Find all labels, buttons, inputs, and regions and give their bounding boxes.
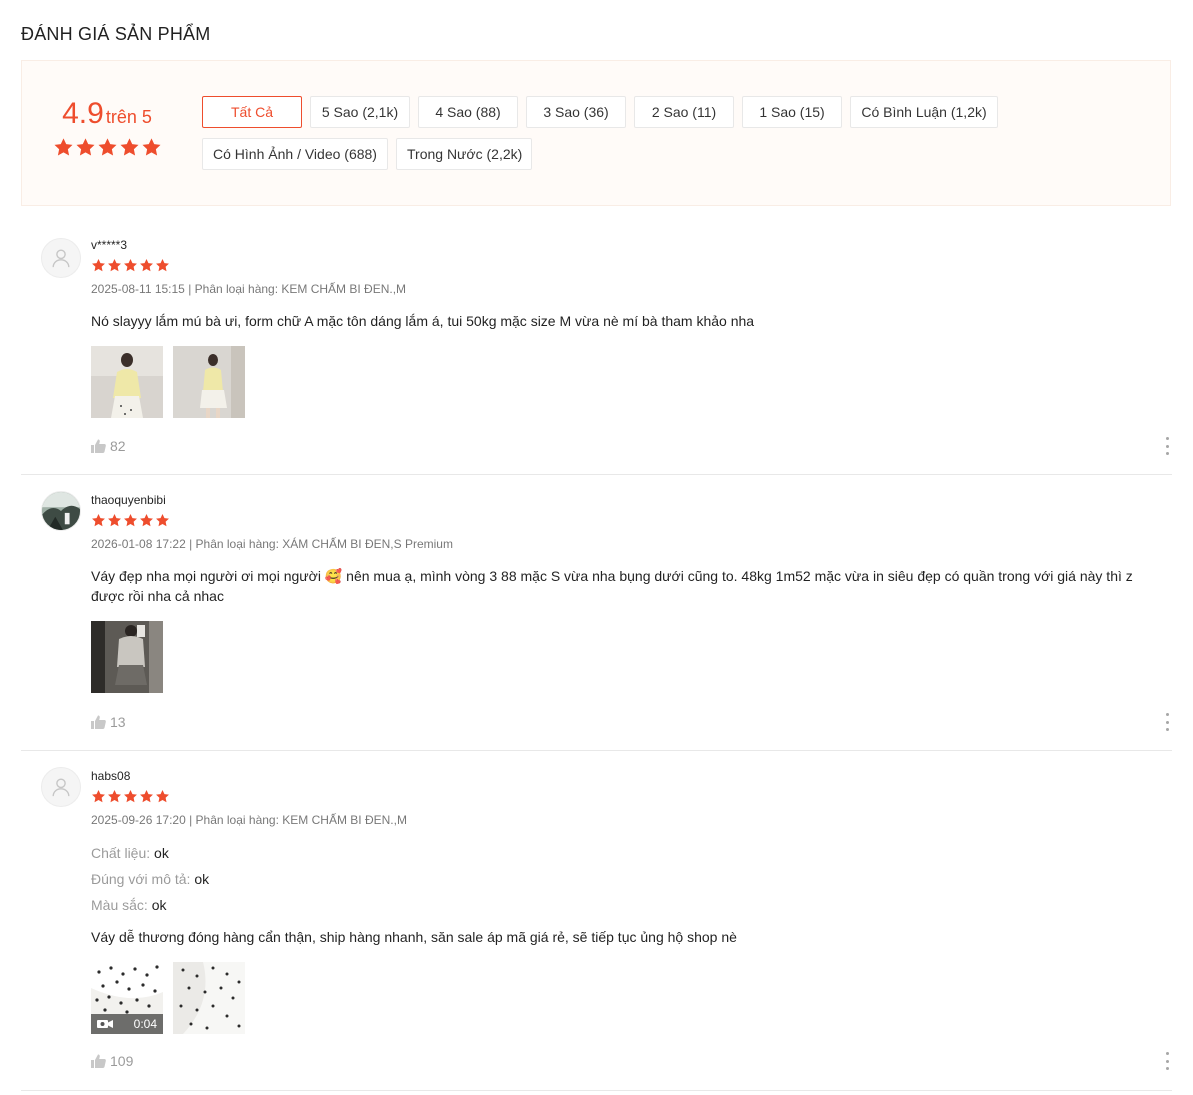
filter-5-star[interactable]: 5 Sao (2,1k)	[310, 96, 410, 128]
review-photo[interactable]	[173, 346, 245, 418]
review-photo[interactable]	[173, 962, 245, 1034]
star-icon	[75, 138, 95, 156]
username[interactable]: thaoquyenbibi	[91, 493, 166, 507]
section-title: ĐÁNH GIÁ SẢN PHẨM	[21, 24, 211, 44]
review-photo[interactable]	[91, 346, 163, 418]
filter-4-star[interactable]: 4 Sao (88)	[418, 96, 518, 128]
review-item: v*****3 2025-08-11 15:15 | Phân loại hàn…	[21, 222, 1172, 475]
like-count: 109	[110, 1053, 134, 1069]
star-icon	[108, 258, 121, 272]
star-icon	[140, 258, 153, 272]
thumbs-up-icon	[91, 439, 106, 453]
star-icon	[156, 513, 169, 527]
video-duration: 0:04	[133, 1017, 157, 1031]
username[interactable]: v*****3	[91, 238, 127, 252]
star-icon	[124, 258, 137, 272]
like-button[interactable]: 13	[91, 714, 126, 730]
star-icon	[156, 258, 169, 272]
thumbs-up-icon	[91, 1054, 106, 1068]
review-meta: 2025-08-11 15:15 | Phân loại hàng: KEM C…	[91, 282, 407, 296]
like-count: 13	[110, 714, 126, 730]
star-icon	[92, 789, 105, 803]
star-icon	[53, 138, 73, 156]
filter-2-star[interactable]: 2 Sao (11)	[634, 96, 734, 128]
review-attribute-color: Màu sắc: ok	[91, 897, 167, 913]
star-icon	[141, 138, 161, 156]
average-score: 4.9	[62, 97, 104, 130]
username[interactable]: habs08	[91, 769, 130, 783]
more-options-icon[interactable]	[1164, 437, 1170, 455]
like-button[interactable]: 82	[91, 438, 126, 454]
filter-3-star[interactable]: 3 Sao (36)	[526, 96, 626, 128]
filter-with-comment[interactable]: Có Bình Luận (1,2k)	[850, 96, 998, 128]
filter-1-star[interactable]: 1 Sao (15)	[742, 96, 842, 128]
star-icon	[124, 789, 137, 803]
review-attribute-description: Đúng với mô tả: ok	[91, 871, 210, 887]
user-placeholder-icon	[52, 778, 70, 797]
star-icon	[140, 513, 153, 527]
review-stars	[91, 789, 170, 804]
star-icon	[97, 138, 117, 156]
review-media: 0:04	[91, 962, 245, 1034]
filter-domestic[interactable]: Trong Nước (2,2k)	[396, 138, 532, 170]
filter-all[interactable]: Tất Cả	[202, 96, 302, 128]
like-button[interactable]: 109	[91, 1053, 133, 1069]
review-stars	[91, 258, 170, 273]
review-item: thaoquyenbibi 2026-01-08 17:22 | Phân lo…	[21, 475, 1172, 751]
review-attribute-material: Chất liệu: ok	[91, 845, 169, 861]
avatar[interactable]	[41, 238, 81, 278]
score-summary: 4.9 trên 5	[52, 97, 162, 158]
review-content: Váy dễ thương đóng hàng cẩn thận, ship h…	[91, 929, 737, 945]
review-stars	[91, 513, 170, 528]
score-suffix: trên 5	[105, 107, 152, 127]
review-photo[interactable]	[91, 621, 163, 693]
review-meta: 2026-01-08 17:22 | Phân loại hàng: XÁM C…	[91, 537, 453, 551]
review-video[interactable]: 0:04	[91, 962, 163, 1034]
like-count: 82	[110, 438, 126, 454]
star-icon	[140, 789, 153, 803]
star-icon	[92, 258, 105, 272]
star-icon	[119, 138, 139, 156]
review-content: Nó slayyy lắm mú bà ưi, form chữ A mặc t…	[91, 313, 755, 329]
review-media	[91, 346, 245, 418]
avatar[interactable]	[41, 767, 81, 807]
video-camera-icon	[97, 1020, 113, 1028]
average-stars	[52, 137, 162, 158]
more-options-icon[interactable]	[1164, 713, 1170, 731]
review-media	[91, 621, 163, 693]
review-content: Váy đẹp nha mọi người ơi mọi người 🥰 nên…	[91, 568, 1133, 604]
rating-overview: 4.9 trên 5 Tất Cả 5 Sao (2,1k) 4 Sao (88)…	[21, 60, 1171, 206]
review-meta: 2025-09-26 17:20 | Phân loại hàng: KEM C…	[91, 813, 407, 827]
video-overlay: 0:04	[91, 1014, 163, 1034]
filter-with-media[interactable]: Có Hình Ảnh / Video (688)	[202, 138, 388, 170]
star-icon	[108, 513, 121, 527]
review-item: habs08 2025-09-26 17:20 | Phân loại hàng…	[21, 751, 1172, 1091]
star-icon	[124, 513, 137, 527]
avatar[interactable]	[41, 491, 81, 531]
star-icon	[156, 789, 169, 803]
reviews-page: ĐÁNH GIÁ SẢN PHẨM 4.9 trên 5 Tất Cả 5 Sao…	[0, 0, 1193, 1095]
user-placeholder-icon	[52, 249, 70, 268]
more-options-icon[interactable]	[1164, 1052, 1170, 1070]
star-icon	[108, 789, 121, 803]
star-icon	[92, 513, 105, 527]
thumbs-up-icon	[91, 715, 106, 729]
